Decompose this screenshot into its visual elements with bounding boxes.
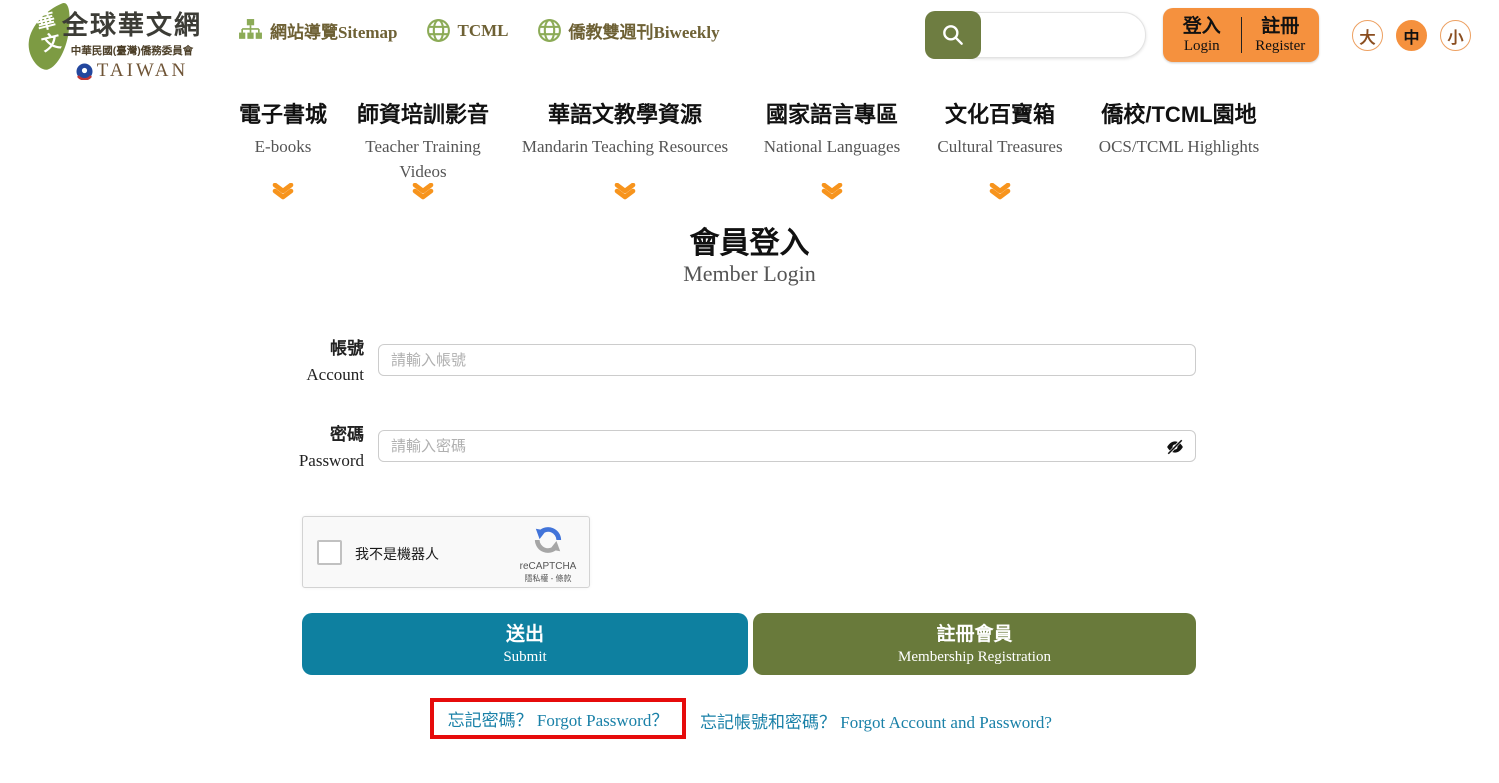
nav-item-mandarin-resources[interactable]: 華語文教學資源 Mandarin Teaching Resources (522, 97, 728, 160)
account-input[interactable] (378, 344, 1196, 376)
sitemap-link[interactable]: 網站導覽Sitemap (238, 18, 398, 43)
search-input[interactable] (953, 12, 1146, 58)
recaptcha-logo-icon (533, 525, 563, 555)
register-button-label-en: Membership Registration (753, 648, 1196, 668)
font-size-small-button[interactable]: 小 (1440, 20, 1471, 51)
nav-item-subtitle: Mandarin Teaching Resources (522, 135, 728, 160)
nav-item-title: 國家語言專區 (764, 97, 900, 129)
login-label-en: Login (1163, 38, 1241, 55)
recaptcha-checkbox[interactable] (317, 540, 342, 565)
recaptcha-widget: 我不是機器人 reCAPTCHA 隱私權 - 條款 (302, 516, 590, 588)
nav-item-title: 文化百寶箱 (937, 97, 1062, 129)
nav-item-title: 僑校/TCML園地 (1099, 97, 1259, 129)
tcml-link[interactable]: TCML (426, 18, 509, 43)
register-label-zh: 註冊 (1242, 16, 1320, 38)
annotation-box-red: 忘記密碼？ Forgot Password？ (430, 698, 686, 739)
forgot-password-link[interactable]: 忘記密碼？ Forgot Password？ (448, 706, 669, 731)
chevron-down-icon[interactable] (412, 183, 434, 200)
account-label-en: Account (200, 362, 364, 388)
search-bar (925, 11, 1147, 59)
page-subtitle: Member Login (0, 261, 1499, 287)
register-button-label-zh: 註冊會員 (753, 623, 1196, 648)
submit-label-zh: 送出 (302, 623, 748, 648)
font-size-controls: 大 中 小 (1352, 20, 1471, 51)
nav-item-title: 電子書城 (239, 97, 327, 129)
login-register-button[interactable]: 登入 Login 註冊 Register (1163, 8, 1319, 62)
login-cell[interactable]: 登入 Login (1163, 14, 1241, 55)
submit-label-en: Submit (302, 648, 748, 668)
chevron-down-icon[interactable] (821, 183, 843, 200)
recaptcha-label: 我不是機器人 (355, 544, 439, 564)
password-label: 密碼 Password (200, 422, 364, 473)
biweekly-link-label: 僑教雙週刊Biweekly (569, 18, 720, 43)
nav-item-ebooks[interactable]: 電子書城 E-books (239, 97, 327, 160)
logo-subtitle: 中華民國(臺灣)僑務委員會 (62, 43, 202, 58)
roc-emblem-icon (76, 63, 93, 80)
recaptcha-terms-links[interactable]: 隱私權 - 條款 (517, 573, 579, 584)
recaptcha-brand-text: reCAPTCHA (517, 561, 579, 572)
sitemap-link-label: 網站導覽Sitemap (270, 18, 398, 43)
nav-item-ocs-tcml[interactable]: 僑校/TCML園地 OCS/TCML Highlights (1099, 97, 1259, 160)
password-label-en: Password (200, 448, 364, 474)
search-icon (940, 22, 966, 48)
membership-registration-button[interactable]: 註冊會員 Membership Registration (753, 613, 1196, 675)
font-size-medium-button[interactable]: 中 (1396, 20, 1427, 51)
nav-item-subtitle: Teacher Training Videos (362, 135, 484, 184)
submit-button[interactable]: 送出 Submit (302, 613, 748, 675)
account-label: 帳號 Account (200, 336, 364, 387)
eye-slash-icon (1166, 438, 1184, 456)
chevron-down-icon[interactable] (989, 183, 1011, 200)
site-logo[interactable]: 華 文 全球華文網 中華民國(臺灣)僑務委員會 TAIWAN (18, 2, 198, 74)
forgot-account-password-link[interactable]: 忘記帳號和密碼？ Forgot Account and Password? (700, 708, 1052, 733)
biweekly-link[interactable]: 僑教雙週刊Biweekly (537, 18, 720, 43)
search-button[interactable] (925, 11, 981, 59)
password-label-zh: 密碼 (200, 422, 364, 448)
nav-item-title: 華語文教學資源 (522, 97, 728, 129)
globe-icon (426, 18, 451, 43)
nav-item-national-languages[interactable]: 國家語言專區 National Languages (764, 97, 900, 160)
nav-item-subtitle: OCS/TCML Highlights (1099, 135, 1259, 160)
page-title: 會員登入 (0, 218, 1499, 262)
logo-country-label: TAIWAN (97, 60, 188, 82)
register-label-en: Register (1242, 38, 1320, 55)
topbar-links: 網站導覽Sitemap TCML 僑教雙週刊Biweekly (238, 18, 720, 43)
nav-item-subtitle: Cultural Treasures (937, 135, 1062, 160)
register-cell[interactable]: 註冊 Register (1242, 14, 1320, 55)
tcml-link-label: TCML (458, 21, 509, 41)
nav-item-cultural-treasures[interactable]: 文化百寶箱 Cultural Treasures (937, 97, 1062, 160)
globe-icon (537, 18, 562, 43)
login-label-zh: 登入 (1163, 16, 1241, 38)
chevron-down-icon[interactable] (272, 183, 294, 200)
password-visibility-toggle[interactable] (1164, 436, 1186, 458)
account-label-zh: 帳號 (200, 336, 364, 362)
sitemap-icon (238, 18, 263, 43)
nav-item-subtitle: E-books (239, 135, 327, 160)
chevron-down-icon[interactable] (614, 183, 636, 200)
nav-item-teacher-training[interactable]: 師資培訓影音 Teacher Training Videos (357, 97, 489, 184)
font-size-large-button[interactable]: 大 (1352, 20, 1383, 51)
password-input[interactable] (378, 430, 1196, 462)
nav-item-subtitle: National Languages (764, 135, 900, 160)
logo-title: 全球華文網 (62, 5, 202, 42)
nav-item-title: 師資培訓影音 (357, 97, 489, 129)
